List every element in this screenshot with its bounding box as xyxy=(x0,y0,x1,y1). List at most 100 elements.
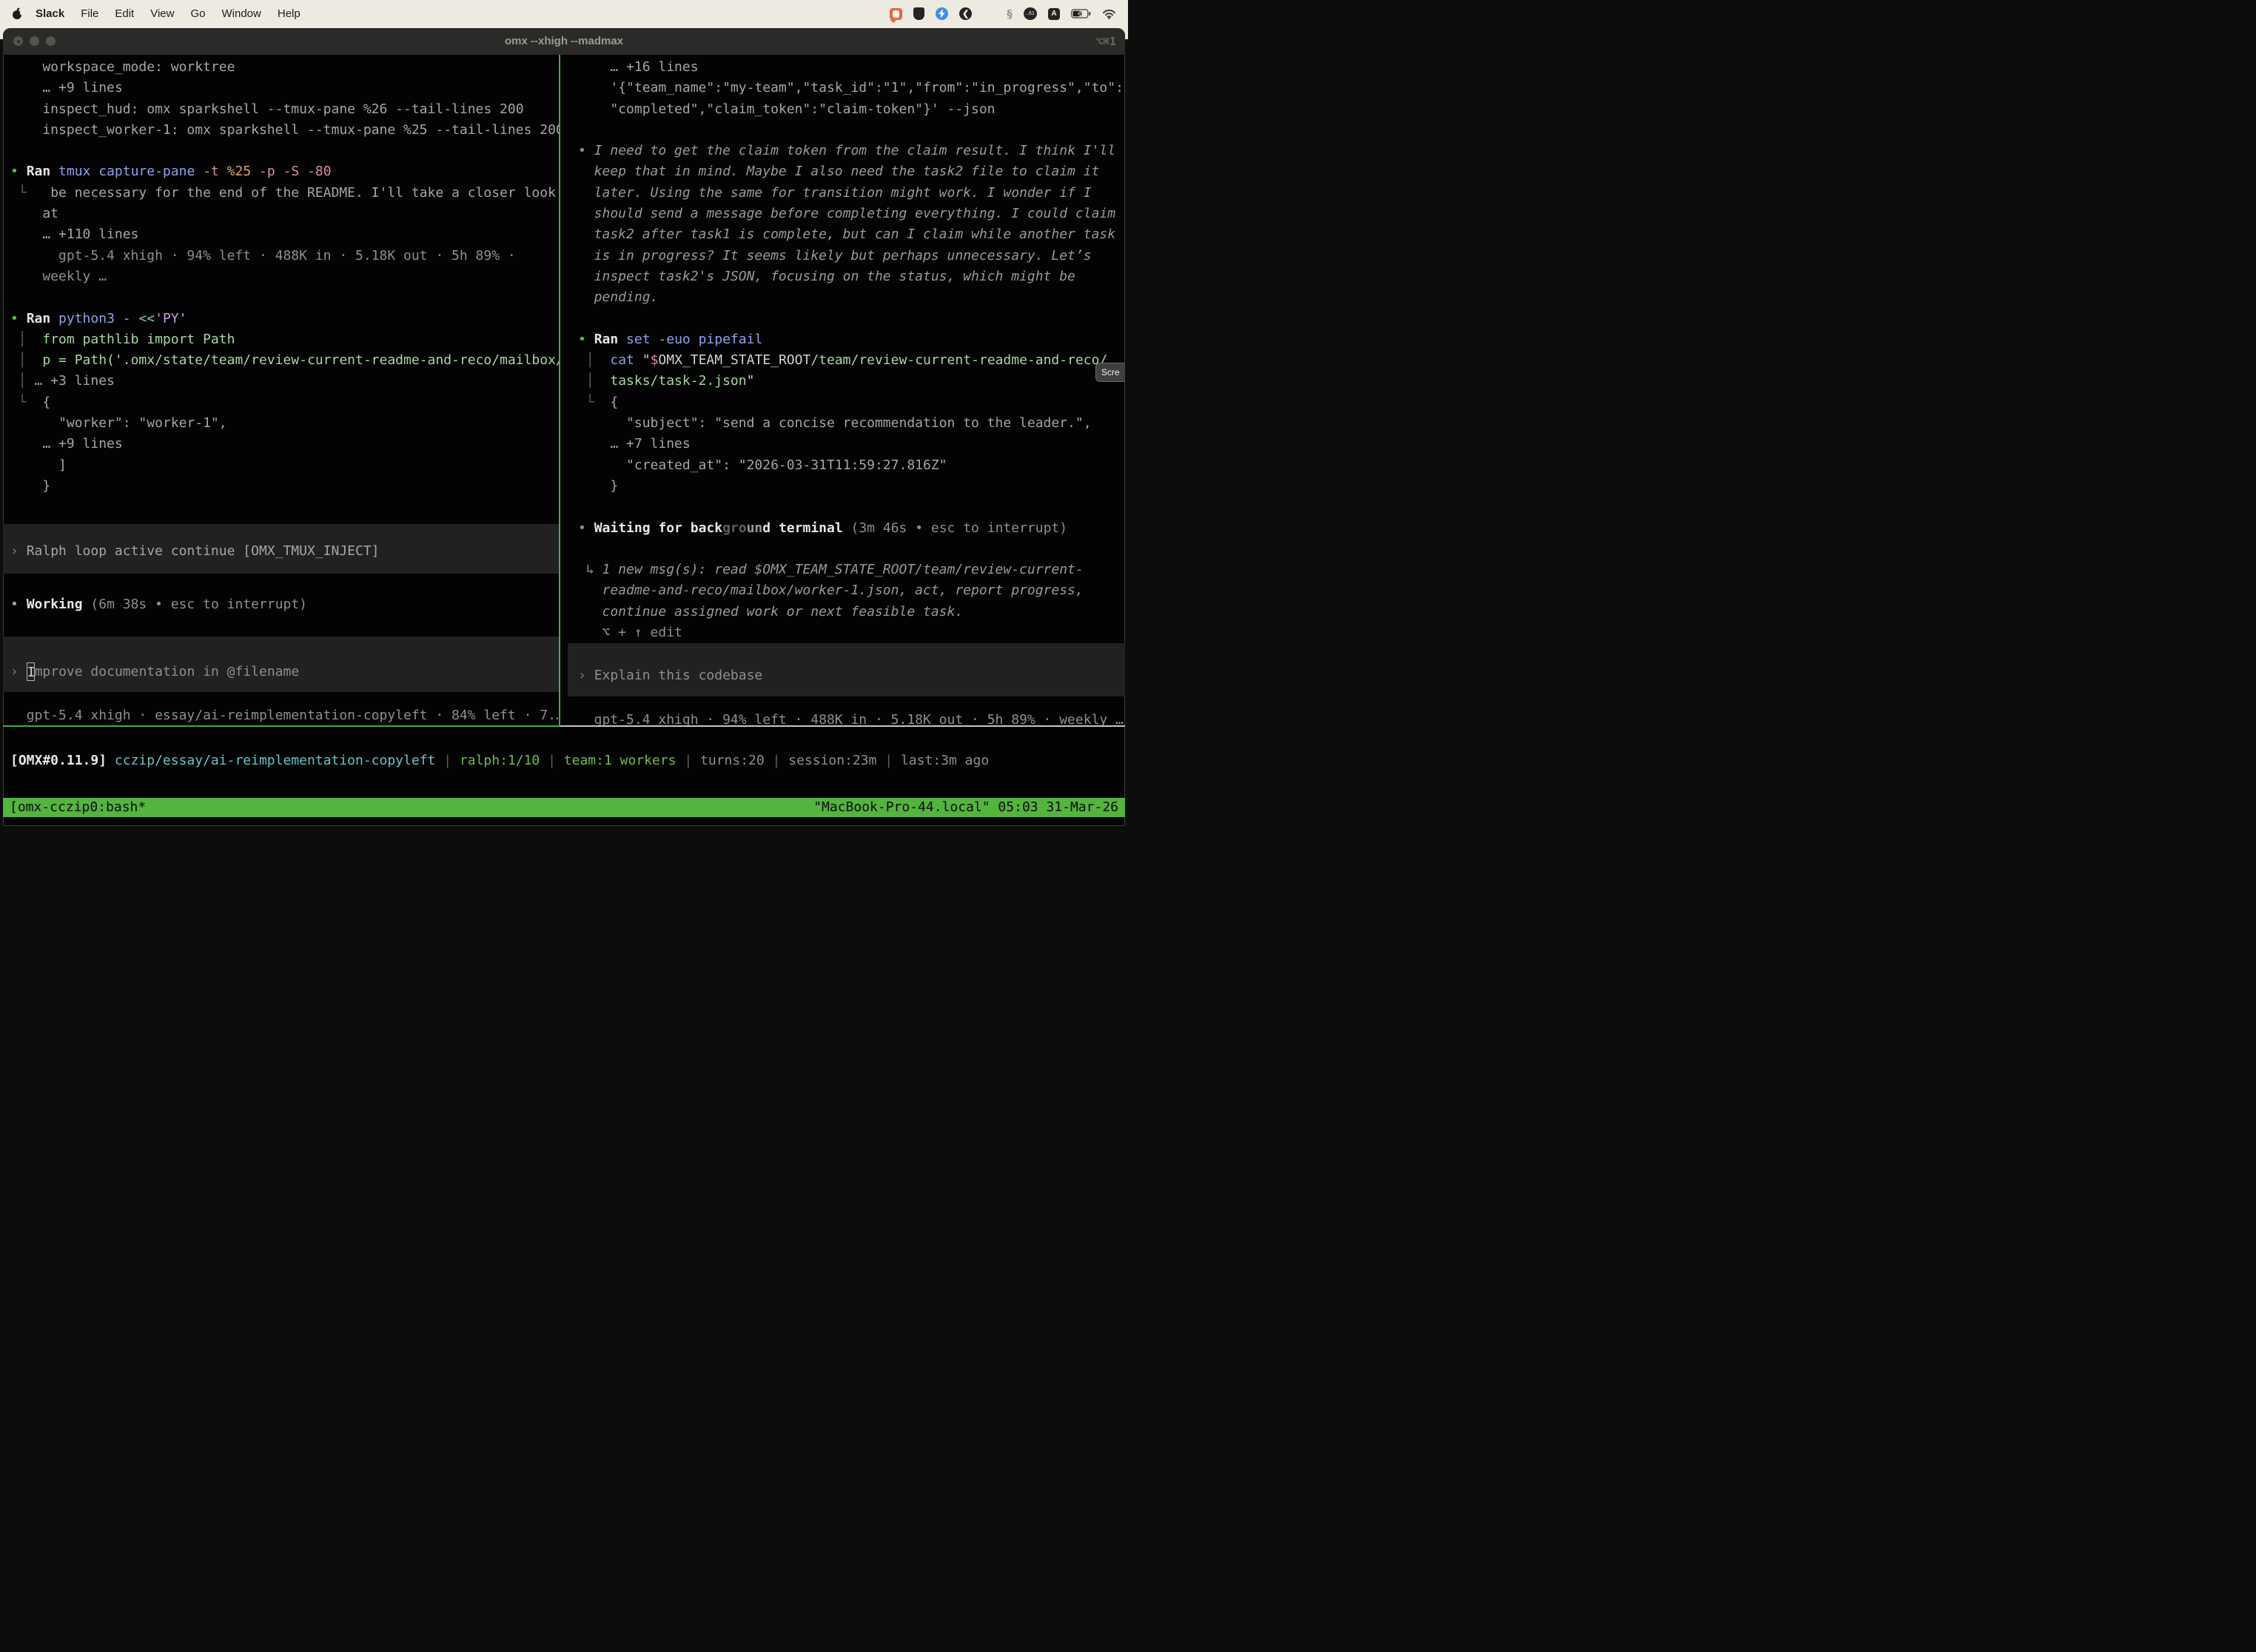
text-segment: set -euo pipefail xyxy=(626,332,762,347)
terminal-line: › Ralph loop active continue [OMX_TMUX_I… xyxy=(10,541,559,562)
text-segment: "completed","claim_token":"claim-token"}… xyxy=(578,101,996,117)
text-segment: -t xyxy=(203,164,227,179)
text-segment: later. Using the same for transition mig… xyxy=(578,185,1092,201)
text-segment: inspect task2's JSON, focusing on the st… xyxy=(578,269,1075,284)
text-segment: … +7 lines xyxy=(578,436,691,451)
terminal-line xyxy=(10,287,559,308)
terminal-line: • Waiting for background terminal (3m 46… xyxy=(578,518,1125,539)
prompt-input-box[interactable]: › Improve documentation in @filename xyxy=(3,637,559,692)
battery-icon[interactable] xyxy=(1071,9,1091,19)
text-segment: Waiting for back xyxy=(594,520,722,536)
prompt-input-box[interactable]: › Explain this codebase xyxy=(568,643,1125,696)
text-segment: I xyxy=(27,662,35,681)
badge-a-icon[interactable]: A xyxy=(1048,8,1060,20)
terminal-line: ↳ 1 new msg(s): read $OMX_TEAM_STATE_ROO… xyxy=(578,560,1125,580)
text-segment: readme-and-reco/mailbox/worker-1.json, a… xyxy=(578,582,1084,598)
chevron-app-icon[interactable]: ❮ xyxy=(959,7,972,20)
badge-61-icon[interactable]: ..61 xyxy=(1024,7,1037,20)
terminal-line: › Improve documentation in @filename xyxy=(10,662,559,682)
squiggle-icon[interactable]: § xyxy=(1007,7,1013,21)
text-segment: … +110 lines xyxy=(10,226,138,242)
menu-item-view[interactable]: View xyxy=(150,7,174,20)
menubar-status-icons: ❮ § ..61 A xyxy=(890,7,1116,21)
text-segment: turns:20 xyxy=(700,753,765,768)
omx-status-line: [OMX#0.11.9] cczip/essay/ai-reimplementa… xyxy=(10,751,1125,771)
terminal-line: • I need to get the claim token from the… xyxy=(578,141,1125,161)
screen-share-overlay[interactable]: Scre xyxy=(1095,363,1125,382)
text-segment: └ xyxy=(578,394,610,410)
bolt-badge-icon[interactable] xyxy=(936,7,948,20)
terminal-window: omx --xhigh --madmax ⌥⌘1 workspace_mode:… xyxy=(3,28,1125,826)
terminal-line: "completed","claim_token":"claim-token"}… xyxy=(578,99,1125,120)
text-segment: { xyxy=(610,394,618,410)
menu-item-go[interactable]: Go xyxy=(190,7,205,20)
grid-shield-icon[interactable] xyxy=(913,7,924,20)
text-segment: … +3 lines xyxy=(35,373,115,389)
terminal-line: … +16 lines xyxy=(578,57,1125,78)
terminal-line: task2 after task1 is complete, but can I… xyxy=(578,224,1125,245)
terminal-line: … +9 lines xyxy=(10,434,559,454)
text-segment: should send a message before completing … xyxy=(578,206,1115,221)
text-segment: I need to get the claim token from the c… xyxy=(594,143,1115,158)
ralph-inject-box[interactable]: › Ralph loop active continue [OMX_TMUX_I… xyxy=(3,524,559,574)
text-segment: 'PY' xyxy=(155,311,187,326)
text-segment: │ xyxy=(578,352,610,368)
pane-block: workspace_mode: worktree … +9 lines insp… xyxy=(10,57,559,518)
text-segment: • xyxy=(578,143,594,158)
dots-grid-icon[interactable] xyxy=(983,7,996,20)
terminal-line xyxy=(10,615,559,636)
screen-record-icon[interactable] xyxy=(890,8,902,20)
text-segment: pending. xyxy=(578,289,658,305)
text-segment: mprove documentation in @filename xyxy=(35,664,300,679)
text-segment: inspect_worker-1: omx sparkshell --tmux-… xyxy=(10,122,559,138)
text-segment: • xyxy=(10,164,27,179)
terminal-line: • Ran set -euo pipefail xyxy=(578,329,1125,350)
pane-block: gpt-5.4 xhigh · essay/ai-reimplementatio… xyxy=(10,705,559,726)
text-segment: } xyxy=(10,478,50,494)
window-title: omx --xhigh --madmax xyxy=(3,28,1125,55)
terminal-line: └ { xyxy=(10,392,559,413)
text-segment: cat xyxy=(610,352,642,368)
pane-right-terminal[interactable]: … +16 lines '{"team_name":"my-team","tas… xyxy=(560,55,1125,727)
menu-item-file[interactable]: File xyxy=(81,7,98,20)
terminal-line: keep that in mind. Maybe I also need the… xyxy=(578,161,1125,182)
terminal-line: "worker": "worker-1", xyxy=(10,413,559,434)
text-segment: d terminal xyxy=(762,520,850,536)
terminal-line xyxy=(578,497,1125,517)
terminal-line: gpt-5.4 xhigh · 94% left · 488K in · 5.1… xyxy=(10,246,559,266)
terminal-line: │ … +3 lines xyxy=(10,371,559,392)
text-segment: │ xyxy=(578,373,610,389)
terminal-line: ] xyxy=(10,455,559,476)
text-segment: Ran xyxy=(27,164,58,179)
terminal-line: "created_at": "2026-03-31T11:59:27.816Z" xyxy=(578,455,1125,476)
text-segment: gpt-5.4 xhigh · essay/ai-reimplementatio… xyxy=(10,708,559,723)
text-segment: ⌥ + ↑ edit xyxy=(578,625,682,640)
menu-item-help[interactable]: Help xyxy=(278,7,301,20)
menu-item-window[interactable]: Window xyxy=(222,7,261,20)
terminal-line: gpt-5.4 xhigh · 94% left · 488K in · 5.1… xyxy=(578,710,1125,727)
text-segment: at xyxy=(10,206,58,221)
terminal-line: } xyxy=(578,476,1125,497)
text-segment: | xyxy=(677,753,701,768)
apple-menu-icon[interactable] xyxy=(12,7,23,20)
text-segment: Ran xyxy=(594,332,626,347)
menu-item-slack[interactable]: Slack xyxy=(36,7,64,20)
text-segment: gpt-5.4 xhigh · 94% left · 488K in · 5.1… xyxy=(578,712,1124,727)
window-titlebar[interactable]: omx --xhigh --madmax ⌥⌘1 xyxy=(3,28,1125,55)
pane-left-terminal[interactable]: workspace_mode: worktree … +9 lines insp… xyxy=(3,55,559,727)
terminal-line: inspect_hud: omx sparkshell --tmux-pane … xyxy=(10,99,559,120)
text-segment: ] xyxy=(10,457,67,473)
terminal-line: • Working (6m 38s • esc to interrupt) xyxy=(10,594,559,615)
terminal-line: │ tasks/task-2.json" xyxy=(578,371,1125,392)
menu-item-edit[interactable]: Edit xyxy=(115,7,134,20)
text-segment: (6m 38s • esc to interrupt) xyxy=(90,597,307,612)
text-segment: … +9 lines xyxy=(10,80,123,95)
terminal-line: is in progress? It seems likely but perh… xyxy=(578,246,1125,266)
terminal-line: › Explain this codebase xyxy=(578,665,1125,686)
screen-share-label: Scre xyxy=(1101,367,1120,377)
terminal-line xyxy=(578,309,1125,329)
text-segment: task2 after task1 is complete, but can I… xyxy=(578,226,1115,242)
text-segment: Ralph loop active continue [OMX_TMUX_INJ… xyxy=(27,543,380,559)
terminal-line: inspect_worker-1: omx sparkshell --tmux-… xyxy=(10,120,559,141)
wifi-icon[interactable] xyxy=(1102,9,1116,19)
